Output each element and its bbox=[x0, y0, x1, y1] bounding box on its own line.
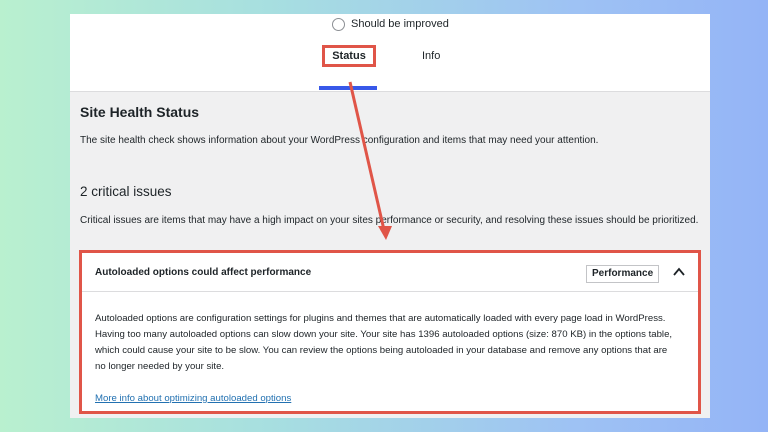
issue-card: Autoloaded options could affect performa… bbox=[79, 250, 701, 414]
tab-status[interactable]: Status bbox=[322, 45, 376, 67]
active-tab-indicator bbox=[319, 86, 377, 90]
health-rating: Should be improved bbox=[332, 16, 449, 32]
health-progress-circle-icon bbox=[332, 17, 345, 31]
chevron-up-icon[interactable] bbox=[672, 265, 686, 279]
issue-title: Autoloaded options could affect performa… bbox=[95, 267, 312, 278]
critical-issues-description: Critical issues are items that may have … bbox=[80, 215, 699, 226]
page-title: Site Health Status bbox=[80, 104, 200, 120]
more-info-link[interactable]: More info about optimizing autoloaded op… bbox=[95, 393, 291, 404]
issue-category-badge: Performance bbox=[586, 265, 660, 283]
issue-accordion-toggle[interactable]: Autoloaded options could affect performa… bbox=[82, 253, 698, 292]
tab-info[interactable]: Info bbox=[422, 50, 440, 62]
health-rating-label: Should be improved bbox=[351, 18, 449, 30]
issue-description: Autoloaded options are configuration set… bbox=[95, 313, 673, 372]
critical-issues-heading: 2 critical issues bbox=[80, 184, 172, 199]
site-health-screen: Should be improved Status Info Site Heal… bbox=[70, 14, 710, 418]
page-description: The site health check shows information … bbox=[80, 135, 599, 146]
site-health-header: Should be improved Status Info bbox=[70, 14, 710, 92]
tab-status-label: Status bbox=[332, 50, 366, 62]
tab-info-label: Info bbox=[422, 50, 441, 62]
